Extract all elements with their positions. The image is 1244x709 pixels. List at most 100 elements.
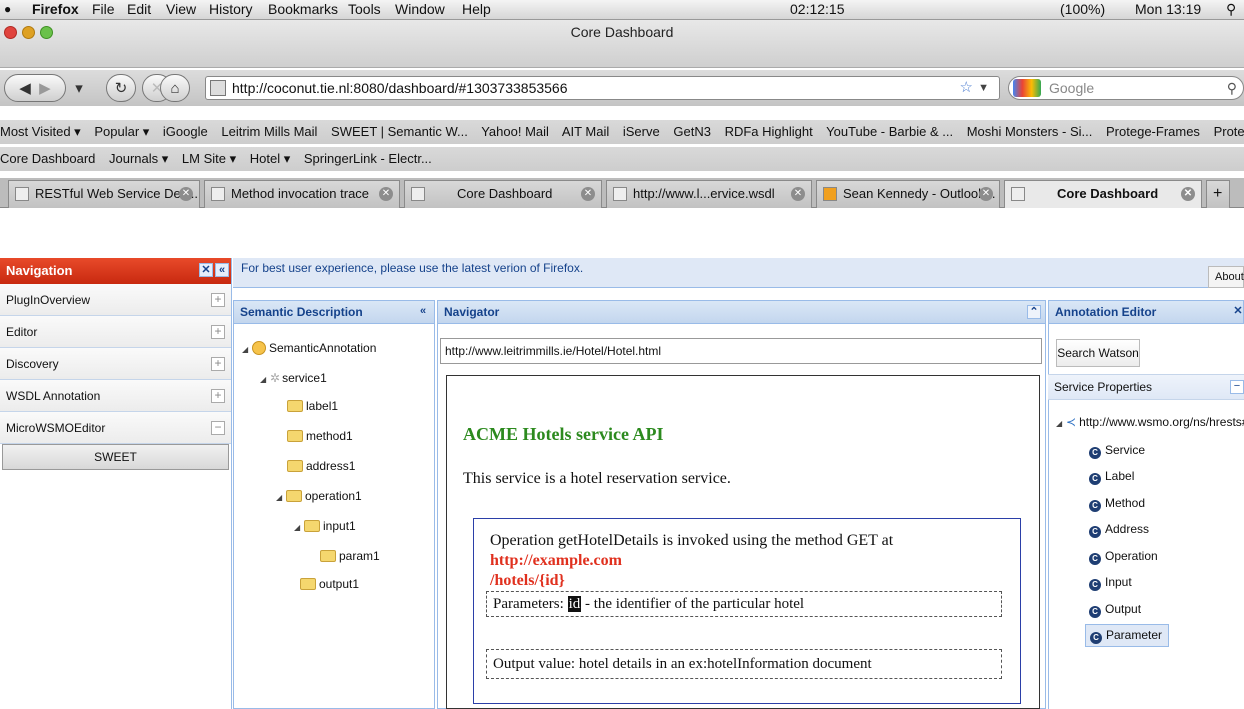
site-favicon-icon[interactable] xyxy=(210,80,226,96)
bookmark-star-icon[interactable]: ☆ xyxy=(960,77,973,99)
tree-node-output1[interactable]: output1 xyxy=(300,576,359,592)
expanded-triangle-icon[interactable]: ◢ xyxy=(242,342,252,358)
bookmark-item[interactable]: SpringerLink - Electr... xyxy=(304,151,432,166)
menu-help[interactable]: Help xyxy=(462,1,491,17)
tree-node-label1[interactable]: label1 xyxy=(287,398,338,414)
bookmark-item[interactable]: GetN3 xyxy=(673,124,711,139)
collapse-left-icon[interactable]: « xyxy=(416,305,430,319)
tree-node-address1[interactable]: address1 xyxy=(287,458,355,474)
collapse-up-icon[interactable]: ⌃ xyxy=(1027,305,1041,319)
tab-close-icon[interactable]: ✕ xyxy=(379,187,393,201)
tree-node-namespace[interactable]: ◢ ≺ http://www.wsmo.org/ns/hrests# xyxy=(1056,414,1244,432)
bookmark-item[interactable]: Hotel ▾ xyxy=(250,151,291,166)
selected-param-id[interactable]: id xyxy=(567,596,582,612)
expanded-triangle-icon[interactable]: ◢ xyxy=(294,520,304,536)
tab-restful[interactable]: RESTful Web Service Des... ✕ xyxy=(8,180,200,208)
class-item-output[interactable]: C Output xyxy=(1089,601,1141,618)
expand-icon[interactable]: + xyxy=(211,325,225,339)
bookmark-item[interactable]: Protege-Frames xyxy=(1106,124,1200,139)
bookmark-item[interactable]: Most Visited ▾ xyxy=(0,124,81,139)
tree-node-method1[interactable]: method1 xyxy=(287,428,353,444)
navigator-url-field[interactable]: http://www.leitrimmills.ie/Hotel/Hotel.h… xyxy=(440,338,1042,364)
menu-file[interactable]: File xyxy=(92,1,115,17)
spotlight-icon[interactable]: ⚲ xyxy=(1226,1,1236,17)
close-icon[interactable]: ✕ xyxy=(199,263,213,277)
tab-close-icon[interactable]: ✕ xyxy=(1181,187,1195,201)
tree-node-param1[interactable]: param1 xyxy=(320,548,380,564)
collapse-left-icon[interactable]: « xyxy=(215,263,229,277)
search-engine-icon[interactable] xyxy=(1013,79,1041,97)
expanded-triangle-icon[interactable]: ◢ xyxy=(276,490,286,506)
operation-link-path[interactable]: /hotels/{id} xyxy=(490,572,565,589)
tab-close-icon[interactable]: ✕ xyxy=(979,187,993,201)
url-bar[interactable]: http://coconut.tie.nl:8080/dashboard/#13… xyxy=(205,76,1000,100)
tree-node-operation1[interactable]: ◢ operation1 xyxy=(276,488,362,506)
forward-icon[interactable]: ▶ xyxy=(39,79,51,97)
nav-item-discovery[interactable]: Discovery + xyxy=(0,348,231,380)
expanded-triangle-icon[interactable]: ◢ xyxy=(1056,416,1066,432)
search-bar[interactable]: Google ⚲ xyxy=(1008,76,1244,100)
history-dropdown-icon[interactable]: ▾ xyxy=(72,74,86,102)
url-text[interactable]: http://coconut.tie.nl:8080/dashboard/#13… xyxy=(232,80,568,96)
tree-node-service1[interactable]: ◢ ✲ service1 xyxy=(260,370,327,388)
tree-node-semanticannotation[interactable]: ◢ SemanticAnnotation xyxy=(242,340,376,358)
tree-node-input1[interactable]: ◢ input1 xyxy=(294,518,356,536)
expanded-triangle-icon[interactable]: ◢ xyxy=(260,372,270,388)
bookmark-item[interactable]: Journals ▾ xyxy=(109,151,168,166)
tab-close-icon[interactable]: ✕ xyxy=(581,187,595,201)
expand-icon[interactable]: + xyxy=(211,357,225,371)
sweet-button[interactable]: SWEET xyxy=(2,444,229,470)
tab-wsdl[interactable]: http://www.l...ervice.wsdl ✕ xyxy=(606,180,812,208)
bookmark-item[interactable]: iGoogle xyxy=(163,124,208,139)
menu-app[interactable]: Firefox xyxy=(32,1,79,17)
menu-bookmarks[interactable]: Bookmarks xyxy=(268,1,338,17)
tab-method-invocation[interactable]: Method invocation trace ✕ xyxy=(204,180,400,208)
reload-button[interactable]: ↻ xyxy=(106,74,136,102)
class-item-parameter-selected[interactable]: C Parameter xyxy=(1085,624,1170,647)
bookmark-item[interactable]: YouTube - Barbie & ... xyxy=(826,124,953,139)
nav-item-microwsmoeditor[interactable]: MicroWSMOEditor − xyxy=(0,412,231,444)
bookmark-item[interactable]: Yahoo! Mail xyxy=(481,124,549,139)
menu-tools[interactable]: Tools xyxy=(348,1,381,17)
collapse-icon[interactable]: − xyxy=(211,421,225,435)
class-item-operation[interactable]: C Operation xyxy=(1089,548,1158,565)
class-item-service[interactable]: C Service xyxy=(1089,442,1145,459)
bookmark-item[interactable]: Leitrim Mills Mail xyxy=(221,124,317,139)
collapse-icon[interactable]: − xyxy=(1230,380,1244,394)
operation-link[interactable]: http://example.com xyxy=(490,552,622,569)
expand-icon[interactable]: + xyxy=(211,389,225,403)
bookmark-item[interactable]: SWEET | Semantic W... xyxy=(331,124,468,139)
new-tab-button[interactable]: + xyxy=(1206,180,1230,208)
class-item-address[interactable]: C Address xyxy=(1089,521,1149,538)
class-item-input[interactable]: C Input xyxy=(1089,574,1132,591)
bookmark-item[interactable]: AIT Mail xyxy=(562,124,609,139)
menu-window[interactable]: Window xyxy=(395,1,445,17)
nav-item-editor[interactable]: Editor + xyxy=(0,316,231,348)
tab-outlook[interactable]: Sean Kennedy - Outlook... ✕ xyxy=(816,180,1000,208)
bookmark-item[interactable]: RDFa Highlight xyxy=(725,124,813,139)
bookmark-item[interactable]: Core Dashboard xyxy=(0,151,95,166)
back-forward-button[interactable]: ◀ ▶ xyxy=(4,74,66,102)
home-button[interactable]: ⌂ xyxy=(160,74,190,102)
bookmark-item[interactable]: Protege OWL tutorial... xyxy=(1214,124,1244,139)
class-item-method[interactable]: C Method xyxy=(1089,495,1145,512)
nav-item-pluginoverview[interactable]: PlugInOverview + xyxy=(0,284,231,316)
menu-history[interactable]: History xyxy=(209,1,253,17)
search-icon[interactable]: ⚲ xyxy=(1227,77,1237,99)
tab-close-icon[interactable]: ✕ xyxy=(179,187,193,201)
bookmark-item[interactable]: Moshi Monsters - Si... xyxy=(967,124,1093,139)
search-watson-button[interactable]: Search Watson xyxy=(1056,339,1140,367)
close-icon[interactable]: ✕ xyxy=(1231,305,1244,319)
bookmark-item[interactable]: iServe xyxy=(623,124,660,139)
back-icon[interactable]: ◀ xyxy=(19,79,31,97)
bookmark-item[interactable]: Popular ▾ xyxy=(94,124,149,139)
url-dropdown-icon[interactable]: ▼ xyxy=(978,77,989,99)
about-button[interactable]: About xyxy=(1208,266,1244,288)
nav-item-wsdl-annotation[interactable]: WSDL Annotation + xyxy=(0,380,231,412)
bookmark-item[interactable]: LM Site ▾ xyxy=(182,151,236,166)
menu-view[interactable]: View xyxy=(166,1,196,17)
menu-edit[interactable]: Edit xyxy=(127,1,151,17)
apple-icon[interactable]: ● xyxy=(4,1,11,17)
expand-icon[interactable]: + xyxy=(211,293,225,307)
class-item-label[interactable]: C Label xyxy=(1089,468,1134,485)
